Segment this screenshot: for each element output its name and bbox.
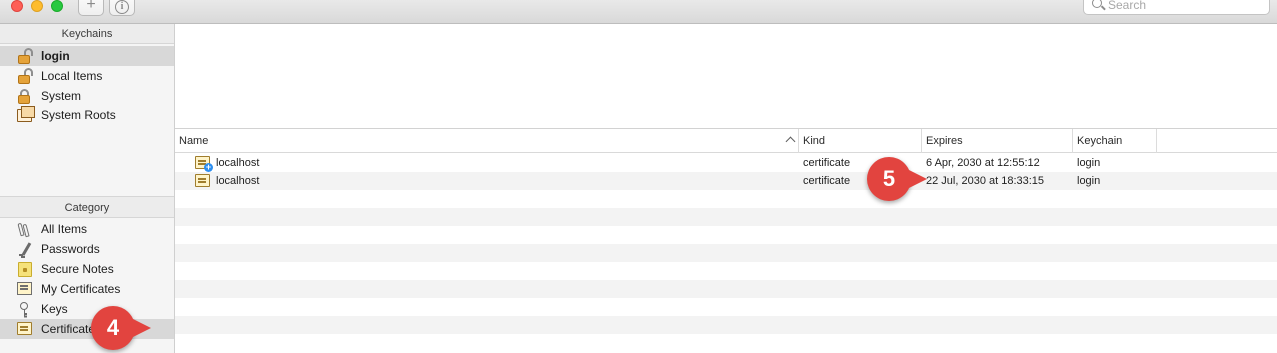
add-item-button[interactable]: + (78, 0, 104, 16)
sidebar-item-label: Local Items (41, 69, 103, 83)
info-icon: i (115, 0, 129, 14)
cell-name: localhost (216, 175, 260, 187)
column-header-label: Kind (803, 135, 826, 147)
sidebar-item-label: Passwords (41, 242, 100, 256)
system-roots-icon (17, 106, 35, 122)
column-header-kind[interactable]: Kind (799, 129, 922, 153)
empty-row (175, 208, 1277, 226)
sidebar: Keychains login Local Items System Syste… (0, 24, 175, 353)
sidebar-item-label: System Roots (41, 108, 116, 122)
sidebar-item-keys[interactable]: Keys (0, 299, 174, 319)
cell-expires: 22 Jul, 2030 at 18:33:15 (926, 175, 1045, 187)
sidebar-item-local-items[interactable]: Local Items (0, 66, 174, 86)
key-icon (18, 302, 30, 318)
column-header-name[interactable]: Name (175, 129, 799, 153)
sidebar-item-passwords[interactable]: Passwords (0, 239, 174, 259)
sidebar-item-label: My Certificates (41, 282, 121, 296)
sidebar-item-label: All Items (41, 222, 88, 236)
sidebar-item-all-items[interactable]: All Items (0, 219, 174, 239)
lock-open-icon (17, 48, 33, 64)
sidebar-item-label: Keys (41, 302, 68, 316)
certificate-icon (195, 174, 210, 187)
certificate-table: localhost certificate 6 Apr, 2030 at 12:… (175, 154, 1277, 353)
my-certificate-icon (17, 282, 32, 295)
search-icon (1092, 0, 1102, 8)
empty-row (175, 316, 1277, 334)
empty-row (175, 244, 1277, 262)
empty-row (175, 334, 1277, 352)
empty-row (175, 226, 1277, 244)
cell-kind: certificate (803, 175, 851, 187)
column-header-expires[interactable]: Expires (922, 129, 1073, 153)
main-content: Name Kind Expires Keychain localhost cer… (175, 24, 1277, 353)
cell-name: localhost (216, 157, 260, 169)
table-header: Name Kind Expires Keychain (175, 129, 1277, 153)
table-row[interactable]: localhost certificate 22 Jul, 2030 at 18… (175, 172, 1277, 190)
certificate-icon (17, 322, 32, 335)
sidebar-item-system[interactable]: System (0, 86, 174, 106)
empty-row (175, 262, 1277, 280)
certificate-plus-icon (195, 156, 213, 172)
sidebar-item-system-roots[interactable]: System Roots (0, 105, 174, 125)
sidebar-item-secure-notes[interactable]: Secure Notes (0, 259, 174, 279)
empty-row (175, 190, 1277, 208)
sidebar-item-label: login (41, 49, 70, 63)
cell-expires: 6 Apr, 2030 at 12:55:12 (926, 157, 1040, 169)
cell-keychain: login (1077, 157, 1101, 169)
sidebar-item-login[interactable]: login (0, 46, 174, 66)
search-input[interactable] (1108, 0, 1263, 14)
step-4-callout: 4 (91, 306, 151, 350)
secure-note-icon (18, 262, 32, 277)
empty-row (175, 298, 1277, 316)
keychains-header: Keychains (0, 24, 174, 44)
sidebar-item-label: Secure Notes (41, 262, 114, 276)
lock-closed-icon (17, 89, 32, 104)
close-window-button[interactable] (11, 0, 23, 12)
sidebar-item-label: System (41, 89, 82, 103)
window-toolbar: + i (0, 0, 1277, 24)
item-preview-pane (175, 24, 1277, 129)
search-field[interactable] (1083, 0, 1270, 15)
table-row[interactable]: localhost certificate 6 Apr, 2030 at 12:… (175, 154, 1277, 172)
lock-open-icon (17, 68, 33, 84)
cell-kind: certificate (803, 157, 851, 169)
column-header-label: Keychain (1077, 135, 1123, 147)
category-header: Category (0, 196, 174, 218)
password-icon (19, 242, 33, 257)
all-items-icon (17, 222, 32, 238)
column-header-keychain[interactable]: Keychain (1073, 129, 1157, 153)
minimize-window-button[interactable] (31, 0, 43, 12)
cell-keychain: login (1077, 175, 1101, 187)
column-header-label: Name (179, 135, 209, 147)
sidebar-item-my-certificates[interactable]: My Certificates (0, 279, 174, 299)
zoom-window-button[interactable] (51, 0, 63, 12)
column-header-label: Expires (926, 135, 963, 147)
step-5-callout: 5 (867, 157, 927, 201)
info-button[interactable]: i (109, 0, 135, 16)
empty-row (175, 280, 1277, 298)
